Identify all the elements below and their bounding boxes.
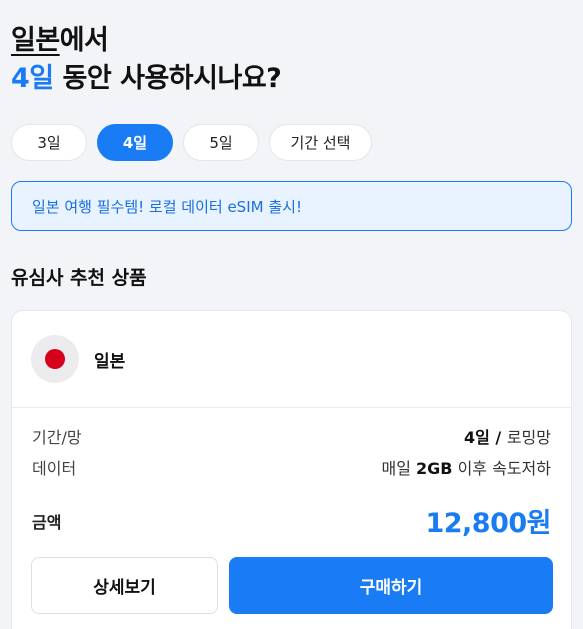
product-country: 일본 — [94, 351, 126, 372]
promo-banner[interactable]: 일본 여행 필수템! 로컬 데이터 eSIM 출시! — [11, 181, 572, 231]
flag-red-circle — [45, 349, 65, 369]
headline-suffix-2: 동안 사용하시나요? — [53, 63, 282, 94]
headline-country[interactable]: 일본 — [11, 25, 60, 56]
duration-chips: 3일 4일 5일 기간 선택 — [11, 124, 372, 161]
page: 일본에서 4일 동안 사용하시나요? 3일 4일 5일 기간 선택 일본 여행 … — [0, 0, 583, 629]
detail-button[interactable]: 상세보기 — [31, 557, 218, 614]
period-value-bold: 4일 / — [463, 428, 507, 447]
period-label: 기간/망 — [32, 428, 82, 447]
page-headline: 일본에서 4일 동안 사용하시나요? — [11, 22, 571, 98]
headline-suffix-1: 에서 — [59, 25, 109, 56]
buy-button[interactable]: 구매하기 — [229, 557, 553, 614]
headline-days: 4일 — [11, 63, 54, 94]
period-value-post: 로밍망 — [506, 428, 551, 447]
chip-3-days[interactable]: 3일 — [11, 124, 87, 161]
product-card: 일본 기간/망 4일 / 로밍망 데이터 매일 2GB 이후 속도저하 금액 1… — [11, 310, 572, 629]
price-row: 금액 12,800원 — [32, 501, 551, 540]
promo-banner-text: 일본 여행 필수템! 로컬 데이터 eSIM 출시! — [32, 197, 302, 216]
data-value: 매일 2GB 이후 속도저하 — [382, 455, 552, 479]
chip-5-days[interactable]: 5일 — [183, 124, 259, 161]
price-label: 금액 — [32, 512, 62, 532]
data-value-bold: 2GB — [416, 459, 453, 478]
data-value-post: 이후 속도저하 — [452, 459, 551, 478]
headline-line-1: 일본에서 — [11, 22, 571, 60]
product-row-data: 데이터 매일 2GB 이후 속도저하 — [32, 455, 551, 479]
data-value-pre: 매일 — [381, 459, 417, 478]
period-value: 4일 / 로밍망 — [464, 424, 551, 448]
headline-line-2: 4일 동안 사용하시나요? — [11, 60, 571, 98]
product-row-period: 기간/망 4일 / 로밍망 — [32, 424, 551, 448]
chip-4-days[interactable]: 4일 — [97, 124, 173, 161]
data-label: 데이터 — [32, 459, 77, 478]
product-card-header: 일본 — [12, 311, 571, 408]
price-value: 12,800원 — [425, 508, 551, 539]
japan-flag-icon — [31, 335, 79, 383]
section-title: 유심사 추천 상품 — [11, 267, 147, 289]
chip-select-period[interactable]: 기간 선택 — [269, 124, 372, 161]
